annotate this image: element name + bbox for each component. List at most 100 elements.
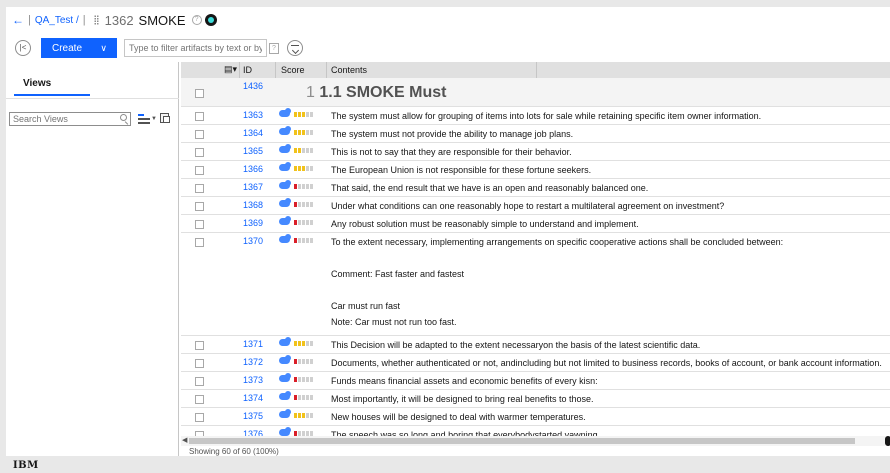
score-indicator [279,144,321,156]
artifact-id-link[interactable]: 1368 [243,200,263,210]
tab-views[interactable]: Views [14,68,90,96]
cloud-icon [279,391,291,400]
cloud-icon [279,427,291,436]
table-row[interactable]: 1372 Documents, whether authenticated or … [181,354,890,372]
artifact-id-link[interactable]: 1436 [243,81,263,91]
artifact-id-link[interactable]: 1372 [243,357,263,367]
row-checkbox[interactable] [195,166,204,175]
heading-title: 1.1 SMOKE Must [319,84,447,101]
artifact-id: 1362 [104,12,134,28]
table-row[interactable]: 1367 That said, the end result that we ha… [181,179,890,197]
table-row[interactable]: 1366 The European Union is not responsibl… [181,161,890,179]
column-id[interactable]: ID [243,65,252,75]
table-row[interactable]: 1436 1 1.1 SMOKE Must [181,78,890,107]
views-panel: Views ▼ [6,62,179,456]
artifact-id-link[interactable]: 1365 [243,146,263,156]
row-checkbox[interactable] [195,184,204,193]
copy-icon[interactable] [160,113,170,123]
artifact-id-link[interactable]: 1369 [243,218,263,228]
score-bars [294,184,314,196]
row-checkbox[interactable] [195,202,204,211]
column-score[interactable]: Score [281,65,305,75]
artifact-id-link[interactable]: 1371 [243,339,263,349]
artifact-id-link[interactable]: 1367 [243,182,263,192]
scrollbar-thumb[interactable] [189,438,855,444]
artifact-id-link[interactable]: 1375 [243,411,263,421]
drag-handle-icon[interactable] [93,15,99,25]
row-contents: To the extent necessary, implementing ar… [331,237,784,247]
cloud-icon [279,355,291,364]
chevron-down-icon[interactable]: ∨ [100,43,107,54]
table-row[interactable]: 1374 Most importantly, it will be designe… [181,390,890,408]
row-contents: Documents, whether authenticated or not,… [331,358,882,368]
table-row[interactable]: 1368 Under what conditions can one reason… [181,197,890,215]
table-row[interactable]: 1365 This is not to say that they are res… [181,143,890,161]
row-checkbox[interactable] [195,413,204,422]
artifact-id-link[interactable]: 1370 [243,236,263,246]
row-contents-line: Note: Car must not run too fast. [331,317,457,327]
score-bars [294,238,314,250]
artifact-grid: ▤▾ ID Score Contents 1436 1 1.1 SMOKE Mu… [181,62,890,456]
divider: | [82,14,86,26]
globe-icon[interactable] [204,14,217,26]
chevron-down-icon[interactable]: ▼ [151,116,157,122]
cloud-icon [279,234,291,243]
search-views-input[interactable] [9,112,131,126]
row-checkbox[interactable] [195,130,204,139]
row-checkbox[interactable] [195,395,204,404]
artifact-id-link[interactable]: 1364 [243,128,263,138]
cloud-icon [279,162,291,171]
row-checkbox[interactable] [195,148,204,157]
table-row[interactable]: 1375 New houses will be designed to deal … [181,408,890,426]
app-frame: ← | QA_Test / | 1362 SMOKE ? |< Create ∨… [6,7,890,456]
cloud-icon [279,198,291,207]
scroll-left-icon[interactable]: ◀ [182,436,187,444]
help-icon[interactable]: ? [269,42,279,54]
divider: | [28,14,31,26]
score-indicator [279,216,321,228]
breadcrumb-project[interactable]: QA_Test / [35,15,79,26]
toolbar: |< Create ∨ ? [6,35,890,61]
row-checkbox[interactable] [195,359,204,368]
cloud-icon [279,373,291,382]
search-icon[interactable] [120,114,127,121]
arrow-left-icon[interactable]: ← [12,13,24,27]
row-contents: The system must not provide the ability … [331,129,574,139]
cloud-icon [279,216,291,225]
row-checkbox[interactable] [195,112,204,121]
section-heading: 1 1.1 SMOKE Must [306,84,447,102]
score-bars [294,202,314,214]
row-checkbox[interactable] [195,377,204,386]
help-icon[interactable]: ? [191,15,202,25]
column-contents[interactable]: Contents [331,65,367,75]
row-contents: That said, the end result that we have i… [331,183,649,193]
row-checkbox[interactable] [195,220,204,229]
horizontal-scrollbar[interactable]: ◀ [181,436,890,446]
score-bars [294,413,314,425]
row-checkbox[interactable] [195,89,204,98]
create-button[interactable]: Create ∨ [41,38,117,58]
artifact-id-link[interactable]: 1366 [243,164,263,174]
score-bars [294,395,314,407]
row-checkbox[interactable] [195,341,204,350]
collapse-panel-button[interactable]: |< [15,40,31,56]
score-indicator [279,108,321,120]
cloud-icon [279,126,291,135]
column-menu-icon[interactable]: ▤▾ [224,64,237,75]
filter-input[interactable] [124,39,267,57]
table-row[interactable]: 1373 Funds means financial assets and eco… [181,372,890,390]
table-row[interactable]: 1364 The system must not provide the abil… [181,125,890,143]
row-checkbox[interactable] [195,238,204,247]
artifact-id-link[interactable]: 1363 [243,110,263,120]
table-row[interactable]: 1371 This Decision will be adapted to the… [181,336,890,354]
score-indicator [279,355,321,367]
score-bars [294,377,314,389]
row-contents: The system must allow for grouping of it… [331,111,762,121]
artifact-id-link[interactable]: 1373 [243,375,263,385]
table-row[interactable]: 1363 The system must allow for grouping o… [181,107,890,125]
artifact-id-link[interactable]: 1374 [243,393,263,403]
filter-icon[interactable] [287,40,303,56]
table-row[interactable]: 1370 To the extent necessary, implementin… [181,233,890,336]
table-row[interactable]: 1369 Any robust solution must be reasonab… [181,215,890,233]
view-list-icon[interactable] [138,114,150,124]
